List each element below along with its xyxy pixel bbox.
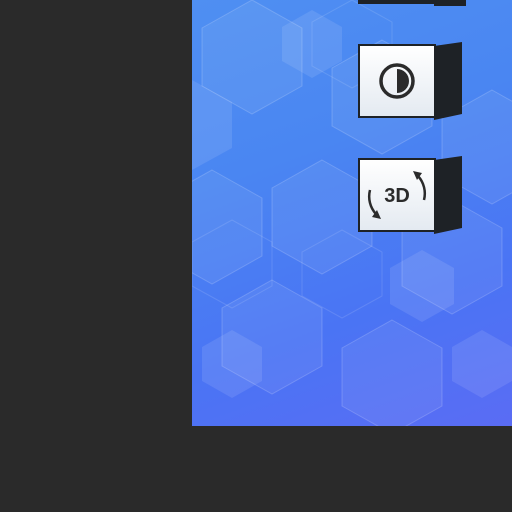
button-side: [434, 0, 466, 6]
button-side: [434, 156, 462, 234]
contrast-button[interactable]: [358, 42, 466, 122]
view-3d-label: 3D: [384, 185, 410, 207]
contrast-icon: [358, 44, 436, 118]
rotate-3d-icon: 3D: [358, 158, 436, 232]
button-face: [358, 0, 436, 4]
view-3d-button[interactable]: 3D: [358, 156, 466, 236]
toolbar-button-partial[interactable]: [358, 0, 466, 6]
app-window: 3D: [0, 0, 512, 512]
button-side: [434, 42, 462, 120]
